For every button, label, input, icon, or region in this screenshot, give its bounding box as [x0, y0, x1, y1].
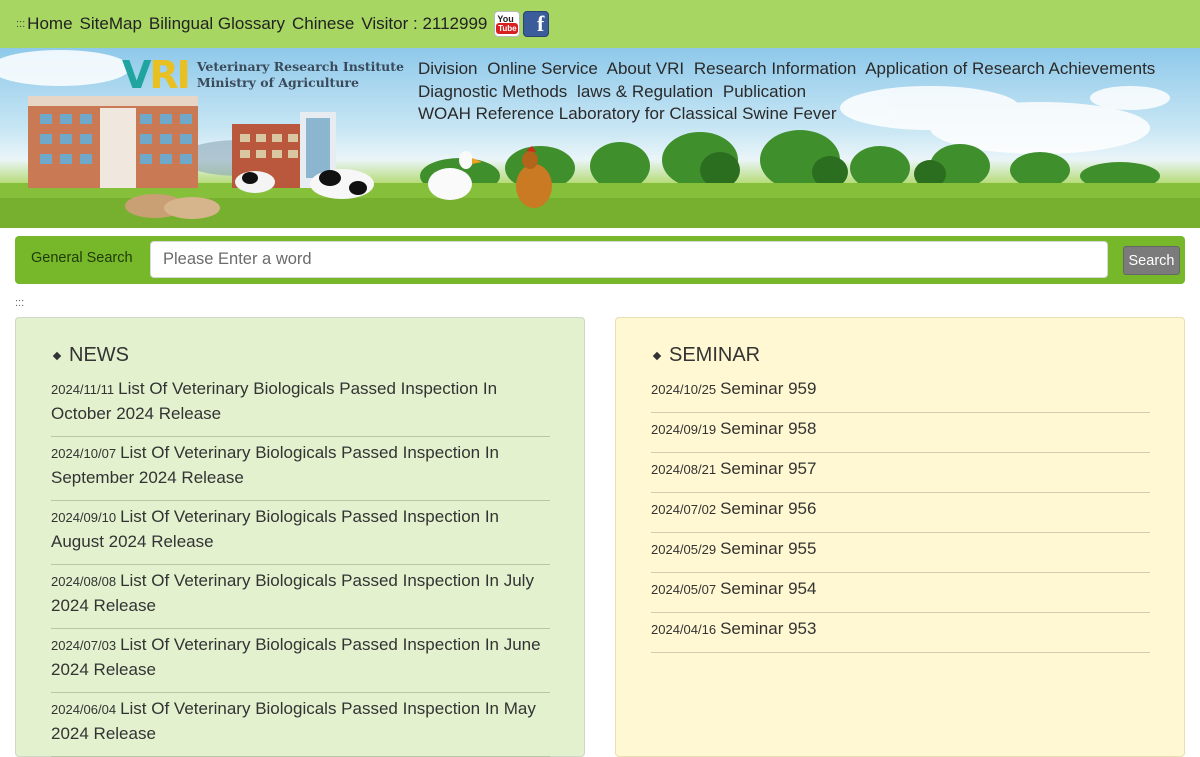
nav-woah-reference-laboratory[interactable]: WOAH Reference Laboratory for Classical … [418, 104, 837, 123]
news-date: 2024/07/03 [51, 638, 117, 653]
nav-row-3: WOAH Reference Laboratory for Classical … [418, 103, 1178, 126]
general-search-label: General Search [31, 250, 133, 266]
nav-application-of-research-achievements[interactable]: Application of Research Achievements [865, 59, 1155, 78]
list-item: 2024/08/08 List Of Veterinary Biologicals… [51, 565, 550, 629]
seminar-list: 2024/10/25 Seminar 959 2024/09/19 Seminar … [651, 373, 1150, 653]
news-link[interactable]: List Of Veterinary Biologicals Passed In… [51, 443, 499, 487]
logo-line-ministry: Ministry of Agriculture [196, 75, 359, 90]
news-link[interactable]: List Of Veterinary Biologicals Passed In… [51, 699, 536, 743]
seminar-date: 2024/08/21 [651, 462, 717, 477]
seminar-date: 2024/10/25 [651, 382, 717, 397]
search-input[interactable] [150, 241, 1108, 278]
list-item: 2024/08/21 Seminar 957 [651, 453, 1150, 493]
list-item: 2024/07/03 List Of Veterinary Biologicals… [51, 629, 550, 693]
facebook-icon[interactable]: f [523, 11, 550, 37]
diamond-bullet-icon [652, 351, 662, 360]
general-search-bar: General Search Search [15, 236, 1185, 284]
news-list: 2024/11/11 List Of Veterinary Biologicals… [51, 373, 550, 757]
nav-publication[interactable]: Publication [723, 82, 806, 101]
main-navigation: Division Online Service About VRI Resear… [418, 58, 1178, 126]
news-link[interactable]: List Of Veterinary Biologicals Passed In… [51, 571, 534, 615]
topbar-link-home[interactable]: Home [27, 14, 72, 34]
news-date: 2024/11/11 [51, 382, 115, 397]
topbar-link-sitemap[interactable]: SiteMap [80, 14, 142, 34]
seminar-link[interactable]: Seminar 958 [720, 419, 816, 438]
list-item: 2024/09/10 List Of Veterinary Biologicals… [51, 501, 550, 565]
seminar-date: 2024/07/02 [651, 502, 717, 517]
seminar-date: 2024/05/07 [651, 582, 717, 597]
topbar-link-chinese[interactable]: Chinese [292, 14, 354, 34]
logo-line-institute: Veterinary Research Institute [196, 59, 404, 74]
news-date: 2024/10/07 [51, 446, 117, 461]
seminar-link[interactable]: Seminar 959 [720, 379, 816, 398]
nav-row-2: Diagnostic Methods laws & Regulation Pub… [418, 81, 1178, 104]
top-bar: ::: Home SiteMap Bilingual Glossary Chin… [0, 0, 1200, 48]
search-button[interactable]: Search [1123, 246, 1180, 275]
list-item: 2024/10/25 Seminar 959 [651, 373, 1150, 413]
list-item: 2024/11/11 List Of Veterinary Biologicals… [51, 373, 550, 437]
list-item: 2024/05/07 Seminar 954 [651, 573, 1150, 613]
news-date: 2024/09/10 [51, 510, 117, 525]
seminar-link[interactable]: Seminar 955 [720, 539, 816, 558]
vri-logo[interactable]: VRI Veterinary Research Institute Minist… [122, 56, 404, 94]
news-panel: NEWS 2024/11/11 List Of Veterinary Biolog… [15, 317, 585, 757]
seminar-link[interactable]: Seminar 957 [720, 459, 816, 478]
youtube-icon[interactable]: You Tube [494, 11, 521, 37]
nav-row-1: Division Online Service About VRI Resear… [418, 58, 1178, 81]
nav-laws-regulation[interactable]: laws & Regulation [577, 82, 713, 101]
news-heading: NEWS [51, 344, 549, 367]
logo-text: Veterinary Research Institute Ministry o… [197, 59, 404, 91]
topbar-link-bilingual-glossary[interactable]: Bilingual Glossary [149, 14, 285, 34]
seminar-link[interactable]: Seminar 953 [720, 619, 816, 638]
visitor-counter: Visitor : 2112999 [361, 14, 488, 33]
youtube-icon-text-bottom: Tube [496, 23, 519, 34]
seminar-date: 2024/04/16 [651, 622, 717, 637]
news-link[interactable]: List Of Veterinary Biologicals Passed In… [51, 635, 541, 679]
list-item: 2024/10/07 List Of Veterinary Biologicals… [51, 437, 550, 501]
header-banner: VRI Veterinary Research Institute Minist… [0, 48, 1200, 228]
news-link[interactable]: List Of Veterinary Biologicals Passed In… [51, 507, 499, 551]
list-item: 2024/04/16 Seminar 953 [651, 613, 1150, 653]
nav-online-service[interactable]: Online Service [487, 59, 598, 78]
news-link[interactable]: List Of Veterinary Biologicals Passed In… [51, 379, 497, 423]
nav-research-information[interactable]: Research Information [694, 59, 857, 78]
nav-division[interactable]: Division [418, 59, 478, 78]
logo-mark: VRI [122, 53, 191, 97]
seminar-date: 2024/05/29 [651, 542, 717, 557]
diamond-bullet-icon [52, 351, 62, 360]
nav-about-vri[interactable]: About VRI [607, 59, 685, 78]
seminar-heading: SEMINAR [651, 344, 1149, 367]
seminar-panel: SEMINAR 2024/10/25 Seminar 959 2024/09/19… [615, 317, 1185, 757]
news-date: 2024/06/04 [51, 702, 117, 717]
accesskey-marker[interactable]: ::: [16, 18, 25, 30]
list-item: 2024/06/04 List Of Veterinary Biologicals… [51, 693, 550, 757]
seminar-link[interactable]: Seminar 954 [720, 579, 816, 598]
list-item: 2024/09/19 Seminar 958 [651, 413, 1150, 453]
content-accesskey-marker[interactable]: ::: [15, 297, 24, 309]
seminar-date: 2024/09/19 [651, 422, 717, 437]
nav-diagnostic-methods[interactable]: Diagnostic Methods [418, 82, 567, 101]
list-item: 2024/05/29 Seminar 955 [651, 533, 1150, 573]
facebook-icon-glyph: f [537, 11, 545, 36]
list-item: 2024/07/02 Seminar 956 [651, 493, 1150, 533]
news-date: 2024/08/08 [51, 574, 117, 589]
seminar-link[interactable]: Seminar 956 [720, 499, 816, 518]
